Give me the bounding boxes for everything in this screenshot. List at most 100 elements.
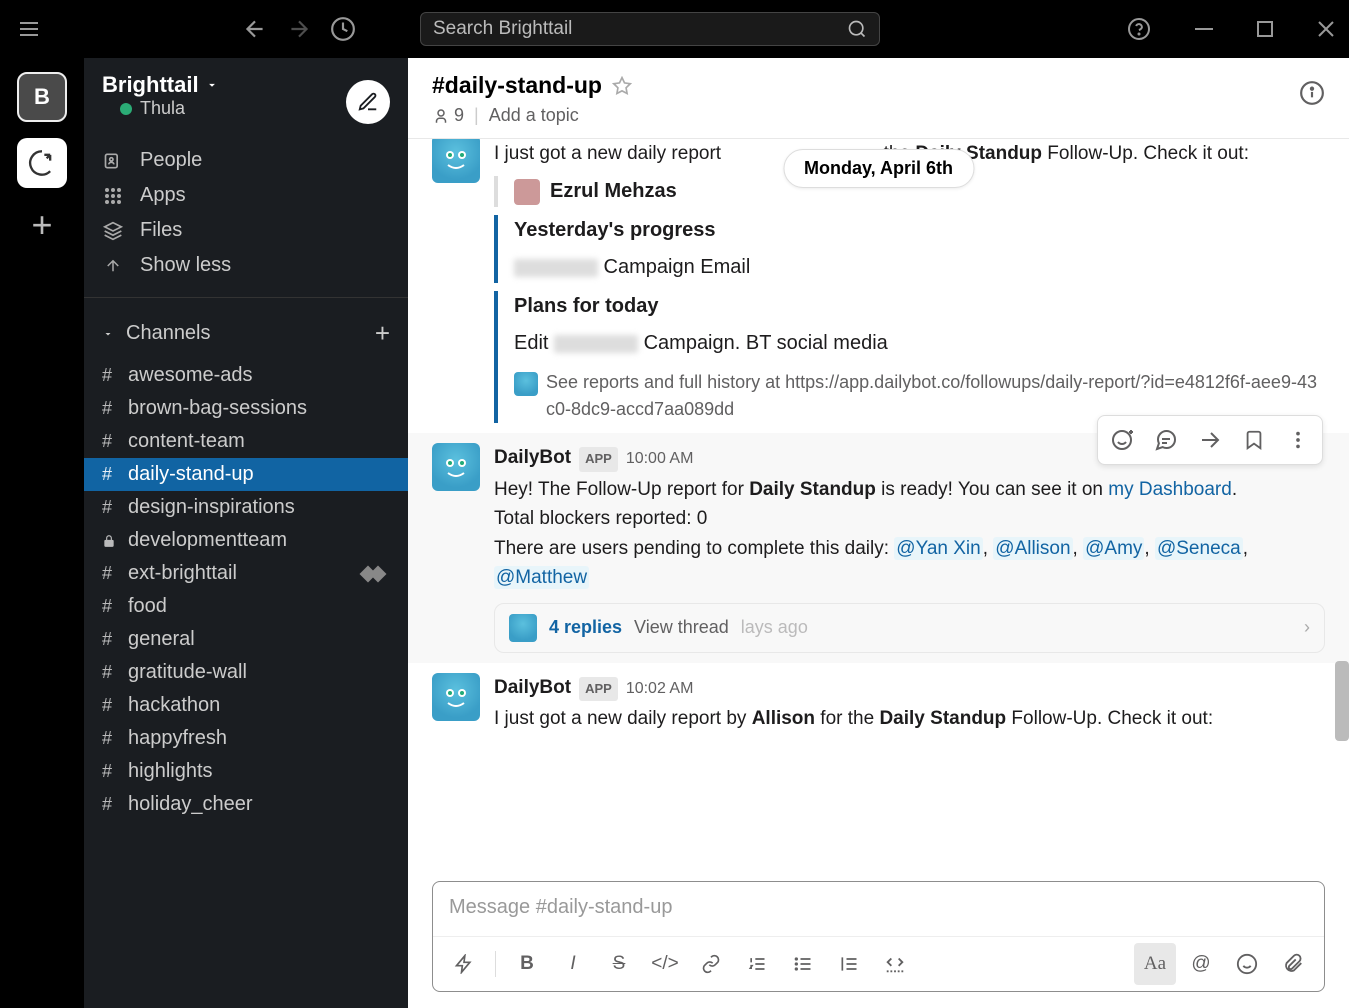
message-timestamp: 10:00 AM (626, 447, 694, 472)
channel-developmentteam[interactable]: developmentteam (84, 524, 408, 557)
hash-icon: # (102, 695, 118, 716)
mention[interactable]: @Seneca (1155, 537, 1243, 560)
members-icon[interactable]: 9 (432, 105, 464, 126)
dashboard-link[interactable]: my Dashboard (1108, 479, 1232, 500)
mention[interactable]: @Allison (993, 537, 1072, 560)
workspace-secondary[interactable] (17, 138, 67, 188)
attach-button[interactable] (1272, 943, 1314, 985)
apps-icon (102, 187, 124, 205)
channel-hackathon[interactable]: #hackathon (84, 689, 408, 722)
channel-happyfresh[interactable]: #happyfresh (84, 722, 408, 755)
bullet-list-button[interactable] (782, 943, 824, 985)
hash-icon: # (102, 497, 118, 518)
message-author[interactable]: DailyBot (494, 443, 571, 472)
channel-holiday_cheer[interactable]: #holiday_cheer (84, 788, 408, 821)
avatar (432, 443, 480, 491)
blockquote-button[interactable] (828, 943, 870, 985)
thread-summary[interactable]: 4 replies View thread lays ago › (494, 603, 1325, 653)
sidebar-item-people[interactable]: People (84, 143, 408, 178)
hash-icon: # (102, 629, 118, 650)
channel-content-team[interactable]: #content-team (84, 425, 408, 458)
add-workspace-button[interactable]: + (31, 204, 52, 246)
strikethrough-button[interactable]: S (598, 943, 640, 985)
window-close-button[interactable] (1317, 20, 1335, 38)
channel-design-inspirations[interactable]: #design-inspirations (84, 491, 408, 524)
message-input[interactable]: Message #daily-stand-up (433, 882, 1324, 936)
hash-icon: # (102, 365, 118, 386)
mention[interactable]: @Amy (1083, 537, 1144, 560)
hash-icon: # (102, 662, 118, 683)
bookmark-button[interactable] (1234, 420, 1274, 460)
channel-awesome-ads[interactable]: #awesome-ads (84, 359, 408, 392)
sidebar: Brighttail Thula People Apps (84, 58, 408, 1008)
hash-icon: # (102, 596, 118, 617)
channel-details-button[interactable] (1299, 80, 1325, 106)
window-minimize-button[interactable] (1195, 20, 1213, 38)
workspace-rail: B + (0, 58, 84, 1008)
sidebar-item-files[interactable]: Files (84, 213, 408, 248)
search-input[interactable]: Search Brighttail (420, 12, 880, 46)
bold-button[interactable]: B (506, 943, 548, 985)
window-maximize-button[interactable] (1257, 21, 1273, 37)
sidebar-item-show-less[interactable]: Show less (84, 248, 408, 283)
avatar (432, 139, 480, 183)
lock-icon (102, 534, 118, 548)
chevron-down-icon (205, 78, 219, 92)
avatar (514, 179, 540, 205)
history-back-button[interactable] (242, 16, 268, 42)
workspace-name[interactable]: Brighttail (102, 72, 219, 98)
channel-general[interactable]: #general (84, 623, 408, 656)
thread-button[interactable] (1146, 420, 1186, 460)
mention[interactable]: @Matthew (494, 566, 589, 589)
avatar (509, 614, 537, 642)
hash-icon: # (102, 761, 118, 782)
react-button[interactable] (1102, 420, 1142, 460)
code-button[interactable]: </> (644, 943, 686, 985)
mention[interactable]: @Yan Xin (894, 537, 982, 560)
share-button[interactable] (1190, 420, 1230, 460)
channel-highlights[interactable]: #highlights (84, 755, 408, 788)
message-list[interactable]: Monday, April 6th I just got a new daily… (408, 139, 1349, 881)
channel-gratitude-wall[interactable]: #gratitude-wall (84, 656, 408, 689)
channel-brown-bag-sessions[interactable]: #brown-bag-sessions (84, 392, 408, 425)
message-actions (1097, 415, 1323, 465)
more-actions-button[interactable] (1278, 420, 1318, 460)
shared-channel-icon (362, 568, 384, 580)
hash-icon: # (102, 431, 118, 452)
formatting-toggle-button[interactable]: Aa (1134, 943, 1176, 985)
attachment: Plans for today Edit Campaign. BT social… (494, 291, 1325, 423)
people-icon (102, 151, 124, 171)
channel-food[interactable]: #food (84, 590, 408, 623)
history-forward-button[interactable] (286, 16, 312, 42)
redacted-text (514, 259, 598, 277)
workspace-brighttail[interactable]: B (17, 72, 67, 122)
shortcuts-button[interactable] (443, 943, 485, 985)
date-divider[interactable]: Monday, April 6th (783, 149, 974, 188)
code-block-button[interactable] (874, 943, 916, 985)
channel-ext-brighttail[interactable]: #ext-brighttail (84, 557, 408, 590)
channels-section-header[interactable]: Channels + (84, 308, 408, 359)
scrollbar[interactable] (1335, 661, 1349, 741)
search-icon (847, 19, 867, 39)
italic-button[interactable]: I (552, 943, 594, 985)
add-channel-button[interactable]: + (375, 318, 390, 349)
link-button[interactable] (690, 943, 732, 985)
history-button[interactable] (330, 16, 356, 42)
ordered-list-button[interactable] (736, 943, 778, 985)
channel-name[interactable]: #daily-stand-up (432, 72, 602, 99)
user-status[interactable]: Thula (102, 98, 219, 131)
hash-icon: # (102, 794, 118, 815)
sidebar-item-apps[interactable]: Apps (84, 178, 408, 213)
hash-icon: # (102, 563, 118, 584)
help-button[interactable] (1127, 17, 1151, 41)
compose-button[interactable] (346, 80, 390, 124)
hamburger-menu[interactable] (14, 16, 44, 42)
message-author[interactable]: DailyBot (494, 673, 571, 702)
channel-daily-stand-up[interactable]: #daily-stand-up (84, 458, 408, 491)
emoji-button[interactable] (1226, 943, 1268, 985)
files-icon (102, 221, 124, 241)
star-icon[interactable] (612, 76, 632, 96)
add-topic-button[interactable]: Add a topic (489, 105, 579, 126)
arrow-up-icon (102, 257, 124, 275)
mention-button[interactable]: @ (1180, 943, 1222, 985)
